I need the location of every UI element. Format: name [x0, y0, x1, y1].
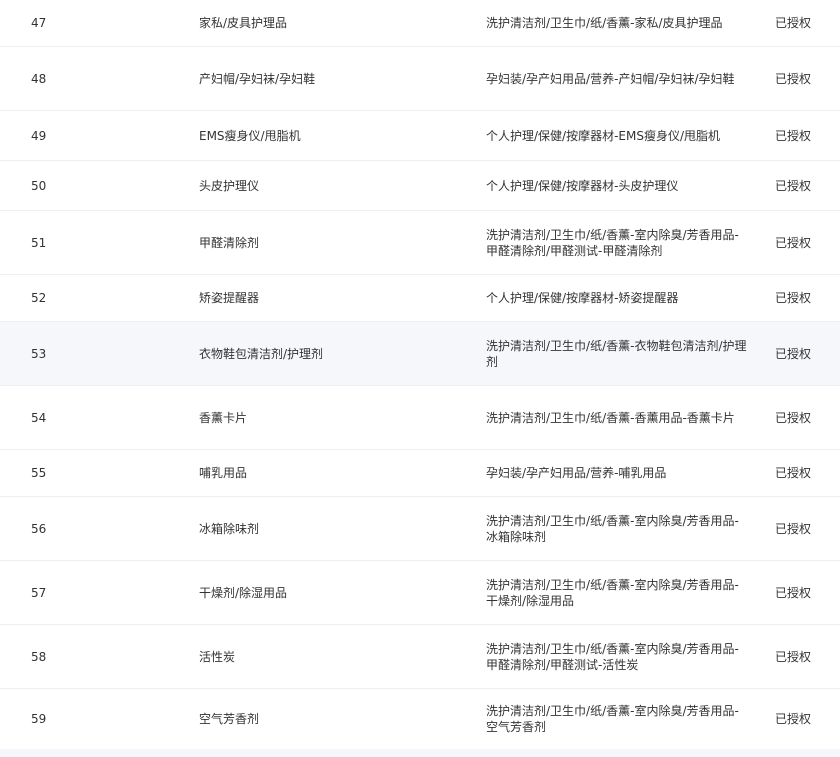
status-text: 已授权 — [775, 410, 812, 425]
status-text: 已授权 — [775, 178, 812, 193]
row-number: 49 — [31, 128, 47, 143]
category-path: 洗护清洁剂/卫生巾/纸/香薰-家私/皮具护理品 — [486, 16, 723, 30]
row-number: 51 — [31, 235, 47, 250]
status-text: 已授权 — [775, 712, 812, 726]
table-row: 47 家私/皮具护理品 洗护清洁剂/卫生巾/纸/香薰-家私/皮具护理品 已授权 — [0, 0, 840, 47]
row-number: 59 — [31, 712, 47, 726]
category-path: 孕妇装/孕产妇用品/营养-产妇帽/孕妇袜/孕妇鞋 — [486, 71, 735, 86]
table-row: 58 活性炭 洗护清洁剂/卫生巾/纸/香薰-室内除臭/芳香用品-甲醛清除剂/甲醛… — [0, 625, 840, 689]
category-path: 洗护清洁剂/卫生巾/纸/香薰-室内除臭/芳香用品-空气芳香剂 — [486, 704, 739, 734]
table-footer-strip — [0, 749, 840, 757]
row-number: 54 — [31, 410, 47, 425]
row-number: 58 — [31, 649, 47, 664]
category-path: 洗护清洁剂/卫生巾/纸/香薰-香薰用品-香薰卡片 — [486, 410, 735, 425]
table-row: 55 哺乳用品 孕妇装/孕产妇用品/营养-哺乳用品 已授权 — [0, 450, 840, 497]
status-text: 已授权 — [775, 235, 812, 250]
row-number: 47 — [31, 16, 47, 30]
table-row: 59 空气芳香剂 洗护清洁剂/卫生巾/纸/香薰-室内除臭/芳香用品-空气芳香剂 … — [0, 689, 840, 749]
category-path: 洗护清洁剂/卫生巾/纸/香薰-室内除臭/芳香用品-甲醛清除剂/甲醛测试-甲醛清除… — [486, 227, 739, 258]
authorization-table: 47 家私/皮具护理品 洗护清洁剂/卫生巾/纸/香薰-家私/皮具护理品 已授权 … — [0, 0, 840, 757]
table-row: 54 香薰卡片 洗护清洁剂/卫生巾/纸/香薰-香薰用品-香薰卡片 已授权 — [0, 386, 840, 450]
row-number: 50 — [31, 178, 47, 193]
status-text: 已授权 — [775, 346, 812, 361]
category-path: 洗护清洁剂/卫生巾/纸/香薰-室内除臭/芳香用品-冰箱除味剂 — [486, 513, 739, 544]
category-name: 活性炭 — [199, 649, 236, 664]
table-row: 52 矫姿提醒器 个人护理/保健/按摩器材-矫姿提醒器 已授权 — [0, 275, 840, 322]
status-text: 已授权 — [775, 585, 812, 600]
category-name: 头皮护理仪 — [199, 178, 260, 193]
category-name: 空气芳香剂 — [199, 712, 260, 726]
category-path: 孕妇装/孕产妇用品/营养-哺乳用品 — [486, 466, 667, 480]
row-number: 57 — [31, 585, 47, 600]
category-name: 产妇帽/孕妇袜/孕妇鞋 — [199, 71, 316, 86]
category-name: 甲醛清除剂 — [199, 235, 260, 250]
table-row: 51 甲醛清除剂 洗护清洁剂/卫生巾/纸/香薰-室内除臭/芳香用品-甲醛清除剂/… — [0, 211, 840, 275]
status-text: 已授权 — [775, 71, 812, 86]
category-name: EMS瘦身仪/甩脂机 — [199, 128, 301, 143]
table-row: 50 头皮护理仪 个人护理/保健/按摩器材-头皮护理仪 已授权 — [0, 161, 840, 211]
table-row: 49 EMS瘦身仪/甩脂机 个人护理/保健/按摩器材-EMS瘦身仪/甩脂机 已授… — [0, 111, 840, 161]
row-number: 48 — [31, 71, 47, 86]
status-text: 已授权 — [775, 128, 812, 143]
table-row-hovered: 53 衣物鞋包清洁剂/护理剂 洗护清洁剂/卫生巾/纸/香薰-衣物鞋包清洁剂/护理… — [0, 322, 840, 386]
category-name: 衣物鞋包清洁剂/护理剂 — [199, 346, 324, 361]
row-number: 53 — [31, 346, 47, 361]
category-path: 洗护清洁剂/卫生巾/纸/香薰-衣物鞋包清洁剂/护理剂 — [486, 338, 747, 369]
category-name: 家私/皮具护理品 — [199, 16, 288, 30]
category-name: 哺乳用品 — [199, 466, 248, 480]
category-name: 矫姿提醒器 — [199, 291, 260, 305]
category-name: 干燥剂/除湿用品 — [199, 585, 288, 600]
status-text: 已授权 — [775, 521, 812, 536]
category-name: 香薰卡片 — [199, 410, 248, 425]
row-number: 56 — [31, 521, 47, 536]
status-text: 已授权 — [775, 649, 812, 664]
table-row: 57 干燥剂/除湿用品 洗护清洁剂/卫生巾/纸/香薰-室内除臭/芳香用品-干燥剂… — [0, 561, 840, 625]
category-path: 个人护理/保健/按摩器材-头皮护理仪 — [486, 178, 679, 193]
category-path: 个人护理/保健/按摩器材-EMS瘦身仪/甩脂机 — [486, 128, 721, 143]
status-text: 已授权 — [775, 466, 812, 480]
category-path: 个人护理/保健/按摩器材-矫姿提醒器 — [486, 291, 679, 305]
status-text: 已授权 — [775, 291, 812, 305]
category-path: 洗护清洁剂/卫生巾/纸/香薰-室内除臭/芳香用品-甲醛清除剂/甲醛测试-活性炭 — [486, 641, 739, 672]
table-row: 48 产妇帽/孕妇袜/孕妇鞋 孕妇装/孕产妇用品/营养-产妇帽/孕妇袜/孕妇鞋 … — [0, 47, 840, 111]
category-name: 冰箱除味剂 — [199, 521, 260, 536]
category-path: 洗护清洁剂/卫生巾/纸/香薰-室内除臭/芳香用品-干燥剂/除湿用品 — [486, 577, 739, 608]
row-number: 55 — [31, 466, 47, 480]
table-row: 56 冰箱除味剂 洗护清洁剂/卫生巾/纸/香薰-室内除臭/芳香用品-冰箱除味剂 … — [0, 497, 840, 561]
row-number: 52 — [31, 291, 47, 305]
status-text: 已授权 — [775, 16, 812, 30]
